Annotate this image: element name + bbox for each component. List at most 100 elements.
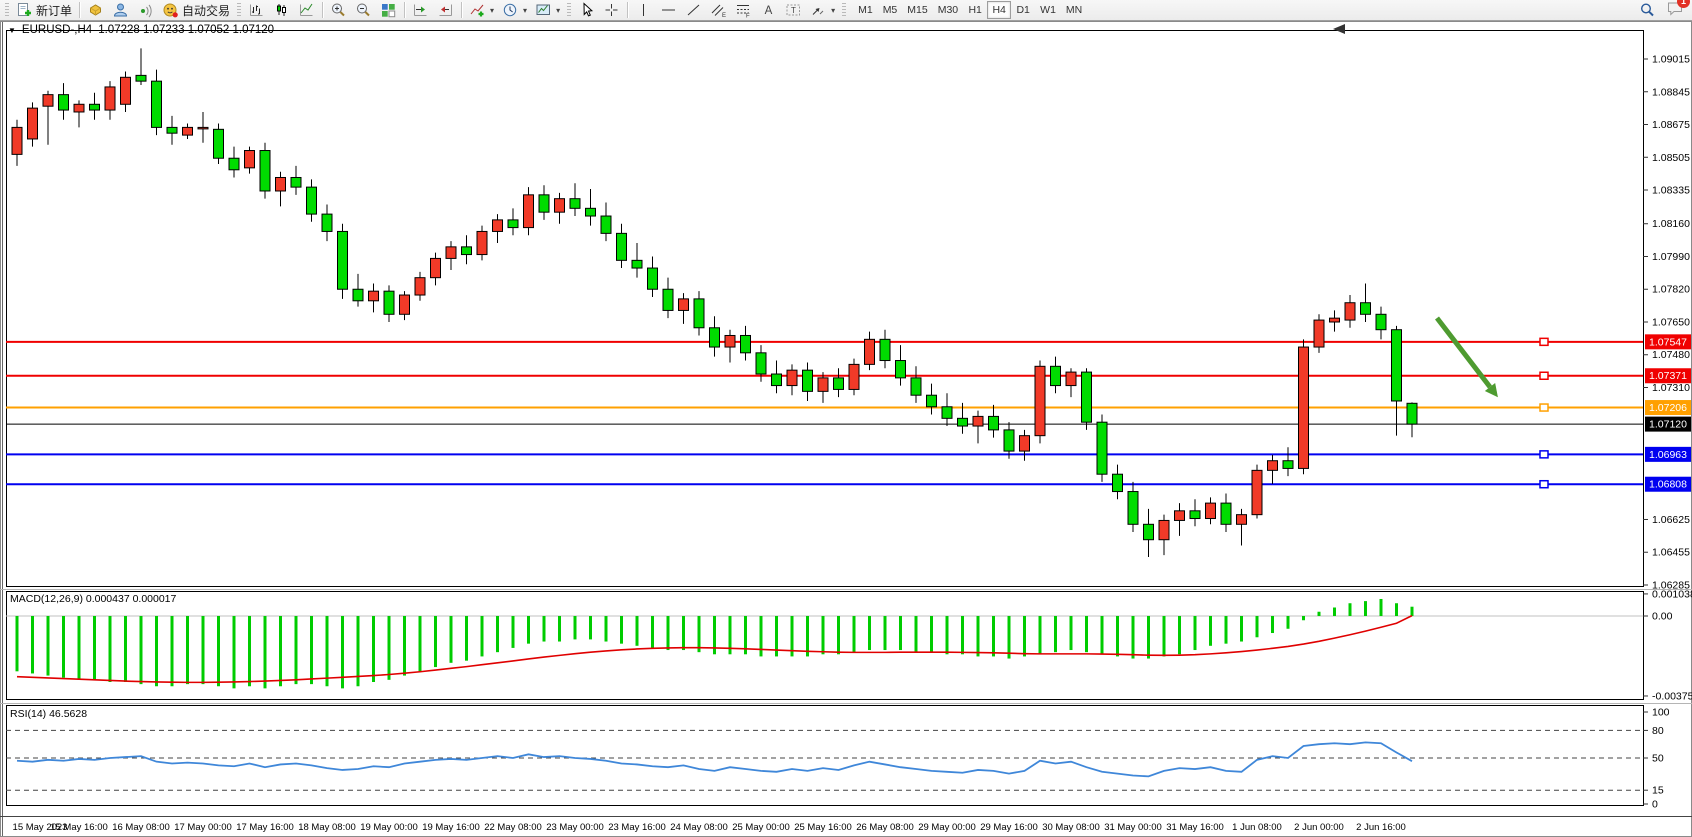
candle-bull [105, 87, 115, 110]
candle-bear [462, 247, 472, 255]
search-button[interactable] [1635, 1, 1660, 20]
line-handle[interactable] [1540, 338, 1548, 345]
candle-bear [989, 416, 999, 429]
date-axis-label: 17 May 16:00 [236, 822, 294, 833]
candle-bear [353, 289, 363, 301]
vps-button[interactable] [133, 1, 158, 20]
toolbar-grip[interactable] [567, 3, 571, 17]
new-order-button[interactable]: 新订单 [12, 1, 76, 20]
candle-bull [1175, 511, 1185, 521]
autotrading-button[interactable]: 自动交易 [158, 1, 234, 20]
candle-bear [880, 339, 890, 360]
candle-bear [710, 328, 720, 347]
horizontal-line-tool-button[interactable] [656, 1, 681, 20]
rsi-tick-label: 50 [1652, 753, 1664, 765]
text-icon: A [760, 2, 777, 18]
candle-bear [927, 395, 937, 407]
indicators-button[interactable]: ▾ [465, 1, 498, 20]
candle-bear [1113, 474, 1123, 491]
line-handle[interactable] [1540, 451, 1548, 458]
channel-tool-button[interactable]: E [706, 1, 731, 20]
candle-bear [508, 220, 518, 228]
line-handle[interactable] [1540, 481, 1548, 488]
zoom-out-button[interactable] [351, 1, 376, 20]
line-chart-button[interactable] [294, 1, 319, 20]
candle-bear [1221, 503, 1231, 524]
chevron-down-icon: ▾ [556, 6, 560, 15]
template-icon [535, 2, 552, 18]
fibonacci-tool-button[interactable]: F [731, 1, 756, 20]
candle-bear [1128, 492, 1138, 525]
main-toolbar: 新订单 自动交易 ▾ ▾ ▾ E F A T [0, 0, 1692, 21]
price-tag-label: 1.06808 [1649, 479, 1687, 491]
candle-bear [90, 104, 100, 110]
tile-windows-button[interactable] [376, 1, 401, 20]
candle-bear [958, 418, 968, 426]
candle-bull [1268, 461, 1278, 471]
timeframe-h1[interactable]: H1 [963, 1, 987, 19]
timeframe-d1[interactable]: D1 [1011, 1, 1035, 19]
date-axis-label: 2 Jun 00:00 [1294, 822, 1344, 833]
cursor-tool-button[interactable] [574, 1, 599, 20]
candle-bull [493, 220, 503, 232]
autotrading-icon [162, 2, 179, 18]
templates-button[interactable]: ▾ [531, 1, 564, 20]
timeframe-mn[interactable]: MN [1061, 1, 1087, 19]
timeframe-m5[interactable]: M5 [878, 1, 903, 19]
text-tool-button[interactable]: A [756, 1, 781, 20]
timeframe-m1[interactable]: M1 [853, 1, 878, 19]
svg-text:F: F [746, 14, 750, 19]
crosshair-tool-button[interactable] [599, 1, 624, 20]
price-tick-label: 1.08675 [1652, 119, 1690, 131]
mt4-window: 新订单 自动交易 ▾ ▾ ▾ E F A T [0, 0, 1692, 837]
price-tag-label: 1.06963 [1649, 449, 1687, 461]
candle-bull [415, 278, 425, 295]
candle-bull [1035, 366, 1045, 435]
candle-bear [632, 260, 642, 268]
chart-shift-icon [437, 2, 454, 18]
timeframe-w1[interactable]: W1 [1035, 1, 1061, 19]
timeframe-h4[interactable]: H4 [987, 1, 1011, 19]
candle-bear [1051, 366, 1061, 385]
trendline-tool-button[interactable] [681, 1, 706, 20]
periods-button[interactable]: ▾ [498, 1, 531, 20]
price-tick-label: 1.09015 [1652, 54, 1690, 66]
candle-bull [818, 378, 828, 391]
candle-bull [849, 364, 859, 389]
candle-bear [167, 127, 177, 133]
candle-bull [198, 127, 208, 129]
date-axis-label: 1 Jun 08:00 [1232, 822, 1282, 833]
chart-shift-button[interactable] [433, 1, 458, 20]
fibonacci-icon: F [735, 2, 752, 18]
signals-button[interactable] [108, 1, 133, 20]
notifications-button[interactable]: 1 [1666, 0, 1684, 21]
bar-chart-button[interactable] [244, 1, 269, 20]
market-button[interactable] [83, 1, 108, 20]
candle-bear [663, 289, 673, 310]
macd-tick-label: 0.001038 [1652, 588, 1692, 600]
tile-windows-icon [380, 2, 397, 18]
candle-bear [59, 95, 69, 110]
text-label-icon: T [785, 2, 802, 18]
line-handle[interactable] [1540, 372, 1548, 379]
collapse-arrow-icon[interactable]: ▼ [8, 26, 16, 35]
candlestick-chart-button[interactable] [269, 1, 294, 20]
toolbar-grip[interactable] [842, 3, 846, 17]
new-order-icon [16, 2, 33, 18]
arrows-tool-button[interactable]: ▾ [806, 1, 839, 20]
toolbar-grip[interactable] [237, 3, 241, 17]
date-axis-label: 24 May 08:00 [670, 822, 728, 833]
zoom-in-button[interactable] [326, 1, 351, 20]
text-label-tool-button[interactable]: T [781, 1, 806, 20]
indicators-icon [469, 2, 486, 18]
price-tick-label: 1.07820 [1652, 284, 1690, 296]
candle-bull [1159, 520, 1169, 539]
line-handle[interactable] [1540, 404, 1548, 411]
vertical-line-tool-button[interactable] [631, 1, 656, 20]
auto-scroll-button[interactable] [408, 1, 433, 20]
chart-header: ▼ EURUSD-,H4 1.07228 1.07233 1.07052 1.0… [8, 24, 274, 36]
toolbar-grip[interactable] [5, 3, 9, 17]
timeframe-m15[interactable]: M15 [902, 1, 932, 19]
timeframe-m30[interactable]: M30 [933, 1, 963, 19]
chart-canvas[interactable]: 1.090151.088451.086751.085051.083351.081… [0, 21, 1692, 837]
